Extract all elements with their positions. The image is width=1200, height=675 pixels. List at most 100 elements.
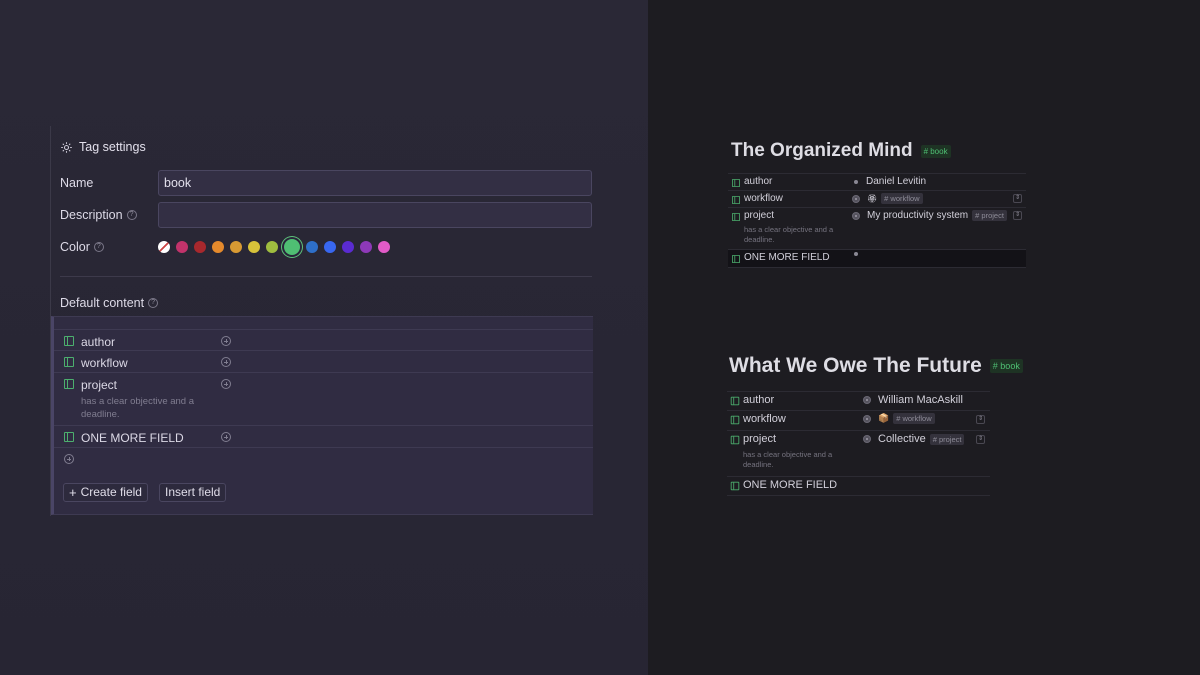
color-label: Color? — [60, 240, 104, 254]
color-swatch[interactable] — [194, 241, 206, 253]
default-field-row[interactable]: project has a clear objective and a dead… — [54, 373, 593, 426]
tag-settings-panel: Tag settings Name book Description? Colo… — [50, 126, 593, 516]
default-field-row[interactable]: ONE MORE FIELD — [54, 426, 593, 448]
field-value[interactable]: Daniel Levitin — [854, 176, 926, 187]
option-icon — [852, 194, 860, 203]
add-value-icon[interactable] — [221, 432, 231, 442]
panel-header: Tag settings — [60, 140, 146, 154]
field-row[interactable]: project has a clear objective and a dead… — [728, 208, 1026, 250]
help-icon[interactable]: ? — [126, 210, 137, 220]
field-name: author — [744, 176, 773, 187]
default-field-row[interactable]: author — [54, 329, 593, 351]
bullet-icon — [854, 252, 858, 256]
color-swatch[interactable] — [324, 241, 336, 253]
stepper-icon[interactable]: ⇕ — [976, 415, 985, 424]
tag-settings-pane: Tag settings Name book Description? Colo… — [0, 0, 648, 675]
help-icon[interactable]: ? — [93, 242, 104, 252]
field-name: ONE MORE FIELD — [81, 431, 184, 445]
add-value-icon[interactable] — [221, 357, 231, 367]
color-swatch[interactable] — [230, 241, 242, 253]
field-icon — [730, 415, 740, 425]
color-swatch[interactable] — [284, 239, 300, 255]
field-value[interactable]: 📦 # workflow — [863, 413, 935, 424]
field-icon — [732, 255, 740, 263]
field-row[interactable]: ONE MORE FIELD — [728, 250, 1026, 268]
field-row[interactable]: workflow 📦 # workflow ⇕ — [727, 411, 990, 431]
field-name: project — [81, 378, 118, 392]
field-name: ONE MORE FIELD — [744, 252, 830, 263]
emoji-icon: 🏵 — [867, 194, 878, 203]
name-label: Name — [60, 176, 94, 190]
field-description: has a clear objective and a deadline. — [743, 450, 833, 469]
node1-fields: author Daniel Levitin workflow 🏵 # workfl… — [728, 173, 1026, 268]
default-field-row[interactable]: workflow — [54, 351, 593, 373]
color-swatch[interactable] — [266, 241, 278, 253]
reference-chip[interactable]: # project — [929, 433, 965, 445]
color-swatch[interactable] — [342, 241, 354, 253]
emoji-icon: 📦 — [878, 413, 890, 423]
field-row[interactable]: ONE MORE FIELD — [727, 477, 990, 496]
field-row[interactable]: author Daniel Levitin — [728, 173, 1026, 191]
field-icon — [730, 396, 740, 406]
stepper-icon[interactable]: ⇕ — [1013, 194, 1022, 203]
add-value-icon[interactable] — [221, 336, 231, 346]
field-icon — [64, 379, 74, 389]
no-color-swatch[interactable] — [158, 241, 170, 253]
preview-pane — [648, 0, 1200, 675]
field-row[interactable]: workflow 🏵 # workflow ⇕ — [728, 191, 1026, 208]
field-name: project — [744, 210, 775, 221]
reference-chip[interactable]: # workflow — [893, 413, 935, 424]
node-title[interactable]: The Organized Mind # book — [731, 140, 951, 162]
field-icon — [64, 432, 74, 442]
field-value[interactable] — [854, 252, 862, 256]
tag-chip[interactable]: # book — [989, 359, 1023, 373]
color-swatches — [158, 239, 390, 255]
field-icon — [732, 213, 740, 221]
field-icon — [730, 481, 740, 491]
field-value[interactable]: My productivity system # project — [852, 210, 1007, 221]
create-field-button[interactable]: + Create field — [63, 483, 148, 502]
field-row[interactable]: author William MacAskill — [727, 391, 990, 411]
description-input[interactable] — [158, 202, 592, 228]
reference-chip[interactable]: # workflow — [881, 193, 923, 204]
reference-chip[interactable]: # project — [972, 210, 1007, 221]
default-content-label: Default content? — [60, 296, 159, 310]
field-value[interactable]: Collective # project — [863, 433, 965, 445]
color-swatch[interactable] — [248, 241, 260, 253]
plus-icon: + — [69, 485, 77, 500]
field-row[interactable]: project has a clear objective and a dead… — [727, 431, 990, 477]
field-value[interactable]: William MacAskill — [863, 394, 963, 406]
add-field-icon[interactable] — [64, 454, 74, 464]
color-swatch[interactable] — [212, 241, 224, 253]
field-name: ONE MORE FIELD — [743, 479, 838, 491]
help-icon[interactable]: ? — [148, 298, 159, 308]
color-swatch[interactable] — [306, 241, 318, 253]
field-name: project — [743, 433, 777, 445]
option-icon — [852, 211, 860, 220]
description-label: Description? — [60, 208, 137, 222]
stepper-icon[interactable]: ⇕ — [1013, 211, 1022, 220]
panel-title: Tag settings — [79, 140, 146, 154]
color-swatch[interactable] — [176, 241, 188, 253]
color-swatch[interactable] — [378, 241, 390, 253]
field-value[interactable]: 🏵 # workflow — [852, 193, 923, 204]
field-icon — [732, 179, 740, 187]
node2-fields: author William MacAskill workflow 📦 # wor… — [727, 391, 990, 496]
option-icon — [863, 435, 871, 443]
field-name: workflow — [743, 413, 786, 425]
node-the-organized-mind: The Organized Mind # book — [731, 140, 951, 162]
name-input[interactable]: book — [158, 170, 592, 196]
field-icon — [732, 196, 740, 204]
divider — [60, 276, 592, 277]
stepper-icon[interactable]: ⇕ — [976, 435, 985, 444]
field-name: workflow — [81, 356, 128, 370]
field-description: has a clear objective and a deadline. — [744, 225, 834, 244]
field-icon — [730, 435, 740, 445]
field-icon — [64, 357, 74, 367]
tag-chip[interactable]: # book — [920, 144, 951, 158]
color-swatch[interactable] — [360, 241, 372, 253]
default-content-box: author workflow project has a clear obje… — [51, 316, 593, 515]
insert-field-button[interactable]: Insert field — [159, 483, 227, 502]
add-value-icon[interactable] — [221, 379, 231, 389]
node-title[interactable]: What We Owe The Future # book — [729, 354, 1023, 378]
